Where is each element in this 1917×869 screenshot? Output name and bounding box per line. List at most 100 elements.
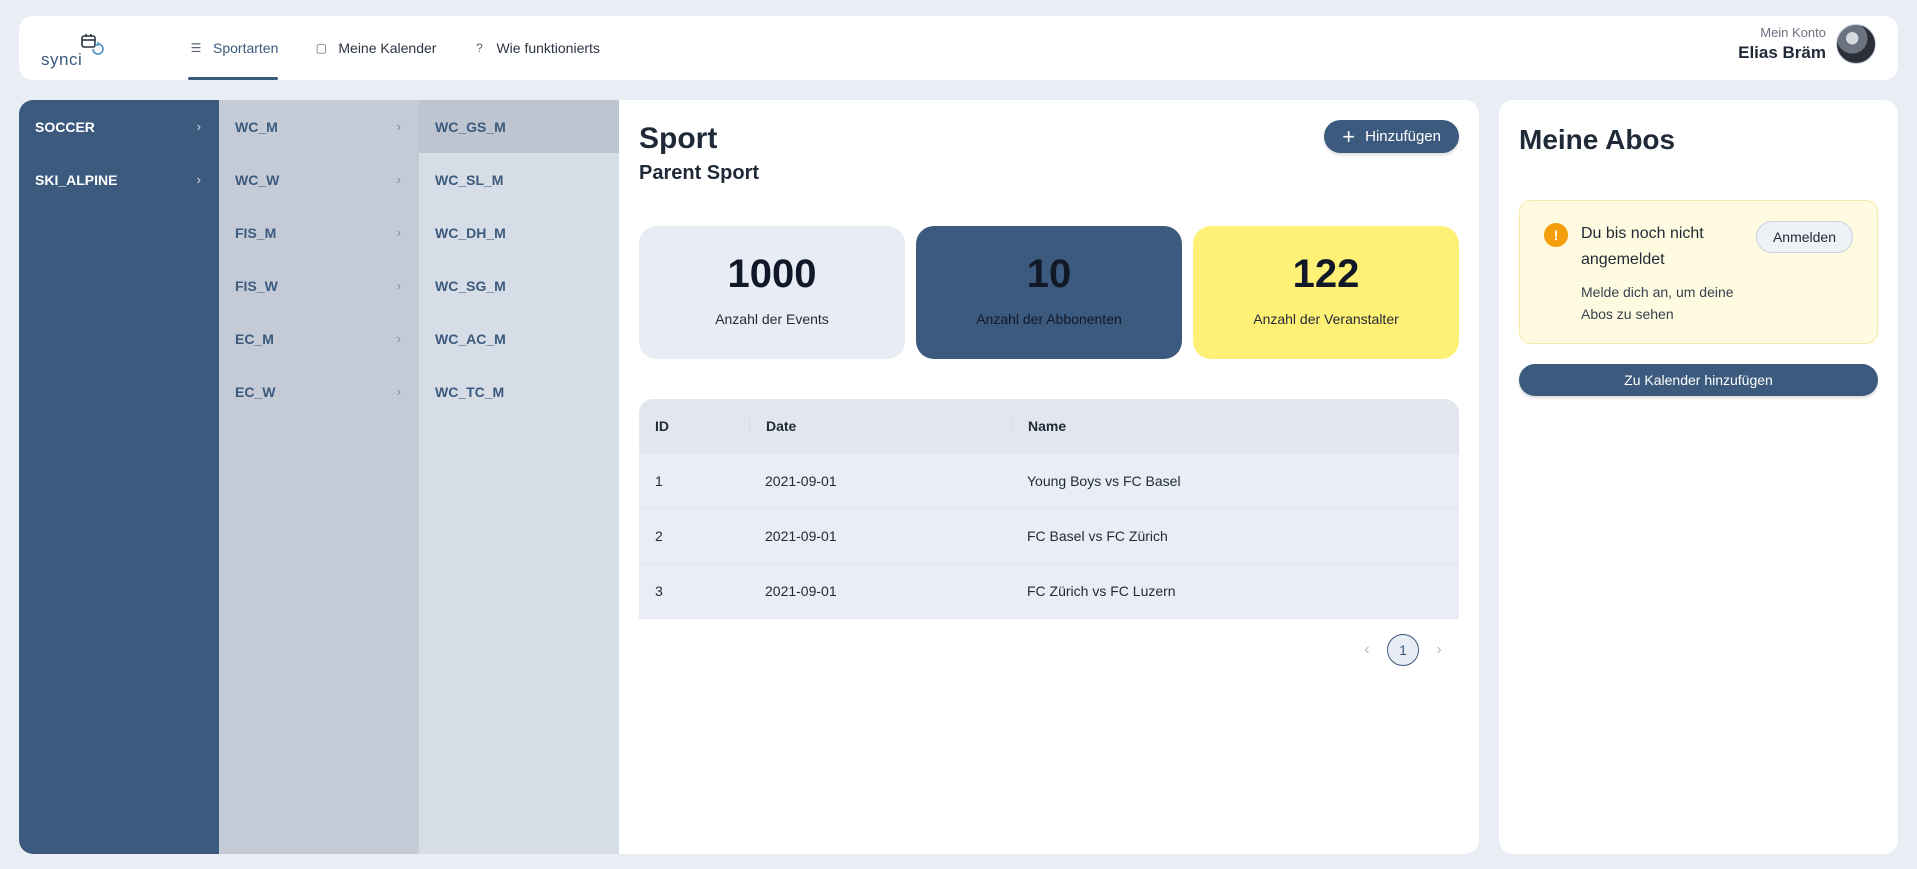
login-button[interactable]: Anmelden [1755, 221, 1853, 253]
sport-label: SKI_ALPINE [35, 171, 118, 188]
chevron-right-icon: › [196, 172, 201, 187]
category-item[interactable]: WC_W › [219, 153, 419, 206]
category-item[interactable]: WC_M › [219, 100, 419, 153]
stat-value: 10 [1026, 252, 1072, 296]
column-header-date[interactable]: Date [749, 418, 1011, 434]
sport-detail: Sport Parent Sport + Hinzufügen 1000 Anz… [639, 100, 1459, 854]
avatar[interactable] [1836, 24, 1876, 64]
category-item[interactable]: EC_M › [219, 312, 419, 365]
subscriptions-panel: Meine Abos ! Du bis noch nicht angemelde… [1499, 100, 1898, 854]
cell-date: 2021-09-01 [765, 583, 837, 599]
category-column: WC_M › WC_W › FIS_M › FIS_W › EC_M › EC_… [219, 100, 419, 854]
subcategory-label: WC_TC_M [435, 383, 505, 400]
nav-label: Meine Kalender [338, 40, 437, 56]
stat-value: 122 [1292, 252, 1360, 296]
nav-label: Sportarten [213, 40, 279, 56]
account-label: Mein Konto [1760, 25, 1826, 40]
chevron-right-icon: › [396, 119, 401, 134]
table-header: ID Date Name [639, 399, 1459, 454]
category-label: WC_M [235, 118, 278, 135]
chevron-left-icon[interactable]: ‹ [1347, 641, 1387, 659]
subcategory-label: WC_GS_M [435, 118, 506, 135]
subcategory-label: WC_AC_M [435, 330, 506, 347]
sport-item-ski-alpine[interactable]: SKI_ALPINE › [19, 153, 219, 206]
cell-id: 3 [655, 583, 663, 599]
pagination: ‹ 1 › [1347, 634, 1459, 666]
nav-sportarten[interactable]: ☰ Sportarten [169, 16, 294, 80]
category-label: FIS_M [235, 224, 277, 241]
subcategory-item[interactable]: WC_DH_M [419, 206, 619, 259]
top-bar: synci ☰ Sportarten ▢ Meine Kalender ? Wi… [19, 16, 1898, 80]
main-panel: SOCCER › SKI_ALPINE › WC_M › WC_W › FIS_… [19, 100, 1479, 854]
subcategory-label: WC_SL_M [435, 171, 504, 188]
stat-value: 1000 [727, 252, 817, 296]
category-item[interactable]: FIS_M › [219, 206, 419, 259]
plus-icon: + [1342, 123, 1356, 149]
panel-title: Meine Abos [1519, 124, 1676, 155]
main-nav: ☰ Sportarten ▢ Meine Kalender ? Wie funk… [169, 16, 616, 80]
stat-label: Anzahl der Veranstalter [1253, 311, 1399, 327]
account-name: Elias Bräm [1738, 43, 1826, 62]
chevron-right-icon: › [196, 119, 201, 134]
account-text: Mein Konto Elias Bräm [1738, 25, 1826, 63]
subcategory-column: WC_GS_M WC_SL_M WC_DH_M WC_SG_M WC_AC_M … [419, 100, 619, 854]
column-header-name[interactable]: Name [1011, 418, 1459, 434]
add-button[interactable]: + Hinzufügen [1324, 120, 1459, 153]
add-button-label: Hinzufügen [1365, 128, 1441, 145]
category-label: EC_W [235, 383, 276, 400]
warning-icon: ! [1544, 223, 1568, 247]
table-row[interactable]: 1 2021-09-01 Young Boys vs FC Basel [639, 454, 1459, 509]
chevron-right-icon: › [396, 225, 401, 240]
sport-column: SOCCER › SKI_ALPINE › [19, 100, 219, 854]
chevron-right-icon: › [396, 331, 401, 346]
subcategory-item[interactable]: WC_SL_M [419, 153, 619, 206]
stat-card-organizers: 122 Anzahl der Veranstalter [1193, 226, 1459, 359]
subcategory-label: WC_DH_M [435, 224, 506, 241]
list-icon: ☰ [190, 41, 202, 55]
category-label: EC_M [235, 330, 274, 347]
category-label: WC_W [235, 171, 280, 188]
cell-name: FC Zürich vs FC Luzern [1027, 583, 1176, 599]
logo-text: synci [41, 50, 83, 69]
sport-item-soccer[interactable]: SOCCER › [19, 100, 219, 153]
cell-id: 2 [655, 528, 663, 544]
category-item[interactable]: FIS_W › [219, 259, 419, 312]
calendar-icon: ▢ [315, 41, 328, 55]
add-to-calendar-button[interactable]: Zu Kalender hinzufügen [1519, 364, 1878, 396]
column-header-id[interactable]: ID [639, 418, 749, 434]
subcategory-item[interactable]: WC_SG_M [419, 259, 619, 312]
page-title: Sport [639, 122, 718, 155]
nav-wie-funktionierts[interactable]: ? Wie funktionierts [452, 16, 615, 80]
stat-label: Anzahl der Abbonenten [976, 311, 1122, 327]
chevron-right-icon: › [396, 278, 401, 293]
table-row[interactable]: 2 2021-09-01 FC Basel vs FC Zürich [639, 509, 1459, 564]
subcategory-item[interactable]: WC_TC_M [419, 365, 619, 418]
nav-meine-kalender[interactable]: ▢ Meine Kalender [294, 16, 452, 80]
logo[interactable]: synci [41, 30, 105, 70]
alert-title: Du bis noch nicht angemeldet [1581, 225, 1704, 268]
events-table: ID Date Name 1 2021-09-01 Young Boys vs … [639, 399, 1459, 619]
calendar-sync-icon [81, 34, 104, 55]
category-label: FIS_W [235, 277, 278, 294]
subcategory-label: WC_SG_M [435, 277, 506, 294]
cell-name: Young Boys vs FC Basel [1027, 473, 1181, 489]
alert-text: Melde dich an, um deine Abos zu sehen [1581, 284, 1734, 322]
cell-name: FC Basel vs FC Zürich [1027, 528, 1168, 544]
chevron-right-icon: › [396, 384, 401, 399]
chevron-right-icon: › [396, 172, 401, 187]
subcategory-item[interactable]: WC_AC_M [419, 312, 619, 365]
subcategory-item-selected[interactable]: WC_GS_M [419, 100, 619, 153]
stat-card-subscribers: 10 Anzahl der Abbonenten [916, 226, 1182, 359]
cell-date: 2021-09-01 [765, 528, 837, 544]
table-row[interactable]: 3 2021-09-01 FC Zürich vs FC Luzern [639, 564, 1459, 619]
category-item[interactable]: EC_W › [219, 365, 419, 418]
cell-id: 1 [655, 473, 663, 489]
nav-label: Wie funktionierts [496, 40, 600, 56]
account-menu[interactable]: Mein Konto Elias Bräm [1738, 24, 1876, 64]
stat-label: Anzahl der Events [715, 311, 829, 327]
question-icon: ? [476, 41, 483, 55]
login-alert: ! Du bis noch nicht angemeldet Melde dic… [1519, 200, 1878, 344]
page-number-button[interactable]: 1 [1387, 634, 1419, 666]
stat-card-events: 1000 Anzahl der Events [639, 226, 905, 359]
chevron-right-icon[interactable]: › [1419, 641, 1459, 659]
